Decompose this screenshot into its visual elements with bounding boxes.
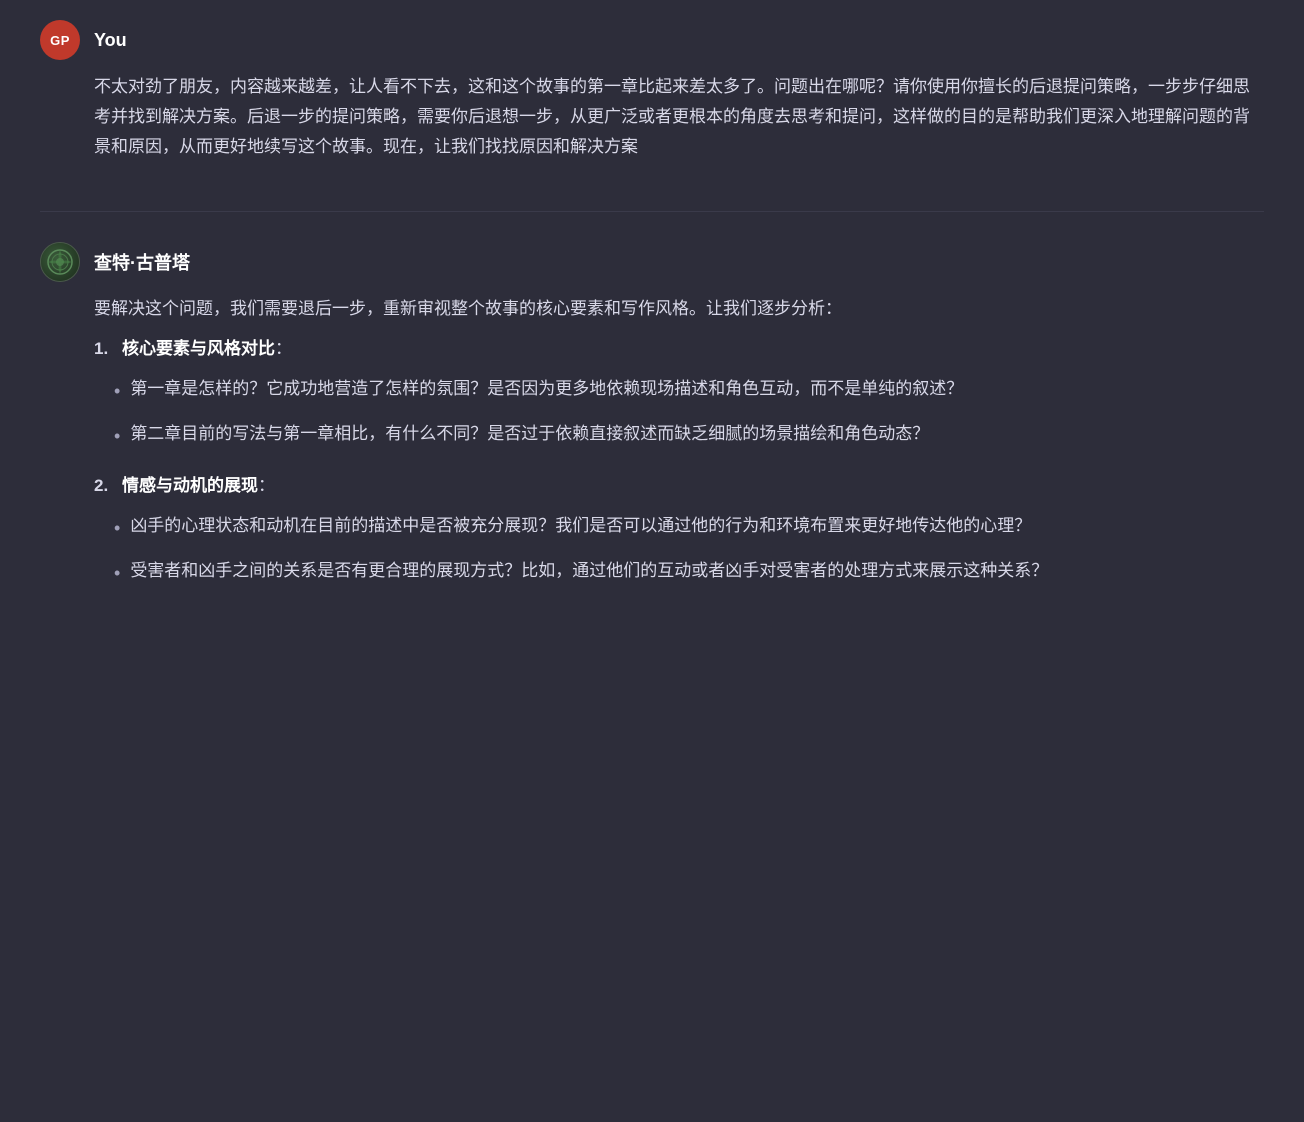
numbered-item-1: 1. 核心要素与风格对比： • 第一章是怎样的？它成功地营造了怎样的氛围？是否因… — [94, 334, 1264, 453]
bullet-item-2-2: • 受害者和凶手之间的关系是否有更合理的展现方式？比如，通过他们的互动或者凶手对… — [114, 556, 1264, 590]
bot-message-block: 查特·古普塔 要解决这个问题，我们需要退后一步，重新审视整个故事的核心要素和写作… — [40, 242, 1264, 607]
item-1-number: 1. — [94, 334, 114, 364]
bullet-item-1-2: • 第二章目前的写法与第一章相比，有什么不同？是否过于依赖直接叙述而缺乏细腻的场… — [114, 419, 1264, 453]
user-message-text: 不太对劲了朋友，内容越来越差，让人看不下去，这和这个故事的第一章比起来差太多了。… — [94, 72, 1264, 161]
user-message-block: GP You 不太对劲了朋友，内容越来越差，让人看不下去，这和这个故事的第一章比… — [40, 20, 1264, 171]
user-avatar-initials: GP — [50, 33, 70, 48]
bullet-text-2-2: 受害者和凶手之间的关系是否有更合理的展现方式？比如，通过他们的互动或者凶手对受害… — [130, 556, 1264, 586]
bullet-text-1-1: 第一章是怎样的？它成功地营造了怎样的氛围？是否因为更多地依赖现场描述和角色互动，… — [130, 374, 1264, 404]
numbered-item-1-header: 1. 核心要素与风格对比： — [94, 334, 1264, 364]
item-2-number: 2. — [94, 471, 114, 501]
user-avatar: GP — [40, 20, 80, 60]
user-username: You — [94, 30, 127, 51]
bullet-dot-1-2: • — [114, 421, 120, 453]
item-1-title: 核心要素与风格对比 — [122, 339, 275, 358]
message-divider — [40, 211, 1264, 212]
numbered-item-2-header: 2. 情感与动机的展现： — [94, 471, 1264, 501]
bot-intro-text: 要解决这个问题，我们需要退后一步，重新审视整个故事的核心要素和写作风格。让我们逐… — [94, 294, 1264, 324]
item-1-colon: ： — [275, 339, 292, 358]
item-2-title: 情感与动机的展现 — [122, 476, 258, 495]
bot-message-header: 查特·古普塔 — [40, 242, 1264, 282]
user-message-header: GP You — [40, 20, 1264, 60]
conversation-container: GP You 不太对劲了朋友，内容越来越差，让人看不下去，这和这个故事的第一章比… — [0, 0, 1304, 668]
bot-message-content: 要解决这个问题，我们需要退后一步，重新审视整个故事的核心要素和写作风格。让我们逐… — [40, 294, 1264, 607]
bullet-text-1-2: 第二章目前的写法与第一章相比，有什么不同？是否过于依赖直接叙述而缺乏细腻的场景描… — [130, 419, 1264, 449]
bullet-text-2-1: 凶手的心理状态和动机在目前的描述中是否被充分展现？我们是否可以通过他的行为和环境… — [130, 511, 1264, 541]
bot-avatar — [40, 242, 80, 282]
numbered-list: 1. 核心要素与风格对比： • 第一章是怎样的？它成功地营造了怎样的氛围？是否因… — [94, 334, 1264, 590]
bullet-dot-2-2: • — [114, 558, 120, 590]
bot-username: 查特·古普塔 — [94, 249, 190, 275]
bot-avatar-inner — [41, 242, 79, 282]
item-2-bullet-list: • 凶手的心理状态和动机在目前的描述中是否被充分展现？我们是否可以通过他的行为和… — [94, 511, 1264, 590]
item-1-bullet-list: • 第一章是怎样的？它成功地营造了怎样的氛围？是否因为更多地依赖现场描述和角色互… — [94, 374, 1264, 453]
bullet-dot-2-1: • — [114, 513, 120, 545]
bot-avatar-icon — [47, 249, 73, 275]
user-message-content: 不太对劲了朋友，内容越来越差，让人看不下去，这和这个故事的第一章比起来差太多了。… — [40, 72, 1264, 171]
numbered-item-2: 2. 情感与动机的展现： • 凶手的心理状态和动机在目前的描述中是否被充分展现？… — [94, 471, 1264, 590]
bullet-item-1-1: • 第一章是怎样的？它成功地营造了怎样的氛围？是否因为更多地依赖现场描述和角色互… — [114, 374, 1264, 408]
bullet-item-2-1: • 凶手的心理状态和动机在目前的描述中是否被充分展现？我们是否可以通过他的行为和… — [114, 511, 1264, 545]
bullet-dot-1-1: • — [114, 376, 120, 408]
item-2-colon: ： — [258, 476, 275, 495]
